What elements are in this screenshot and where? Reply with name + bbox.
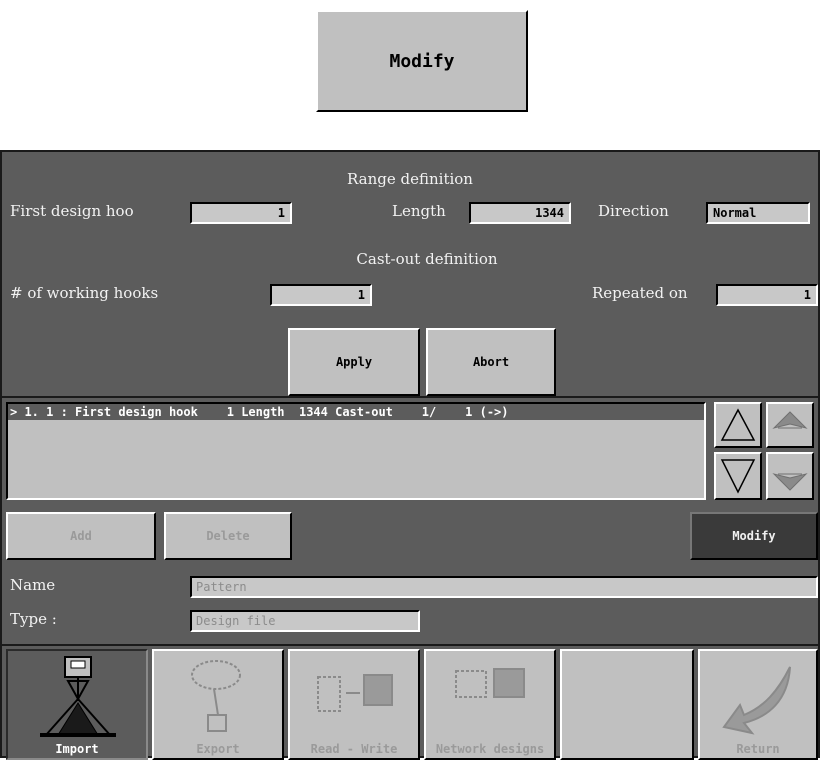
export-tool-button[interactable]: Export xyxy=(152,649,284,760)
tool-label: Import xyxy=(55,742,99,756)
repeated-on-label: Repeated on xyxy=(592,284,688,302)
type-field: Design file xyxy=(190,610,420,632)
return-icon xyxy=(722,666,791,735)
read-write-icon xyxy=(317,674,393,712)
list-item[interactable]: > 1. 1 : First design hook 1 Length 1344… xyxy=(8,404,704,420)
toolbar-divider xyxy=(2,644,818,646)
range-section-title: Range definition xyxy=(347,170,473,188)
apply-button[interactable]: Apply xyxy=(288,328,420,396)
tool-label: Network designs xyxy=(435,742,545,756)
abort-button[interactable]: Abort xyxy=(426,328,556,396)
repeated-on-field[interactable]: 1 xyxy=(716,284,818,306)
import-icon xyxy=(40,656,116,737)
move-up-button[interactable] xyxy=(714,402,762,448)
tool-label: Read - Write xyxy=(310,742,398,756)
scroll-down-icon xyxy=(772,473,808,491)
tool-label: Return xyxy=(736,742,780,756)
length-label: Length xyxy=(392,202,446,220)
type-label: Type : xyxy=(10,610,57,628)
working-hooks-field[interactable]: 1 xyxy=(270,284,372,306)
empty-tool-button xyxy=(560,649,694,760)
tool-label: Export xyxy=(196,742,240,756)
read-write-tool-button[interactable]: Read - Write xyxy=(288,649,420,760)
network-designs-tool-button[interactable]: Network designs xyxy=(424,649,556,760)
direction-label: Direction xyxy=(598,202,669,220)
modify-panel: Range definition First design hoo 1 Leng… xyxy=(0,150,820,760)
scroll-up-icon xyxy=(772,411,808,429)
add-button[interactable]: Add xyxy=(6,512,156,560)
triangle-up-icon xyxy=(720,408,756,441)
network-designs-icon xyxy=(455,668,525,698)
delete-button[interactable]: Delete xyxy=(164,512,292,560)
modify-button[interactable]: Modify xyxy=(690,512,818,560)
move-down-button[interactable] xyxy=(714,452,762,500)
first-hook-label: First design hoo xyxy=(10,202,134,220)
divider xyxy=(2,396,818,398)
castout-section-title: Cast-out definition xyxy=(356,250,498,268)
return-tool-button[interactable]: Return xyxy=(698,649,818,760)
page-down-button[interactable] xyxy=(766,452,814,500)
triangle-down-icon xyxy=(720,459,756,494)
export-icon xyxy=(191,660,241,732)
working-hooks-label: # of working hooks xyxy=(10,284,159,302)
length-field[interactable]: 1344 xyxy=(469,202,571,224)
page-up-button[interactable] xyxy=(766,402,814,448)
name-field[interactable]: Pattern xyxy=(190,576,818,598)
first-hook-field[interactable]: 1 xyxy=(190,202,292,224)
range-list[interactable]: > 1. 1 : First design hook 1 Length 1344… xyxy=(6,402,706,500)
direction-select[interactable]: Normal xyxy=(706,202,810,224)
name-label: Name xyxy=(10,576,56,594)
import-tool-button[interactable]: Import xyxy=(6,649,148,760)
modify-mode-button[interactable]: Modify xyxy=(316,10,528,112)
